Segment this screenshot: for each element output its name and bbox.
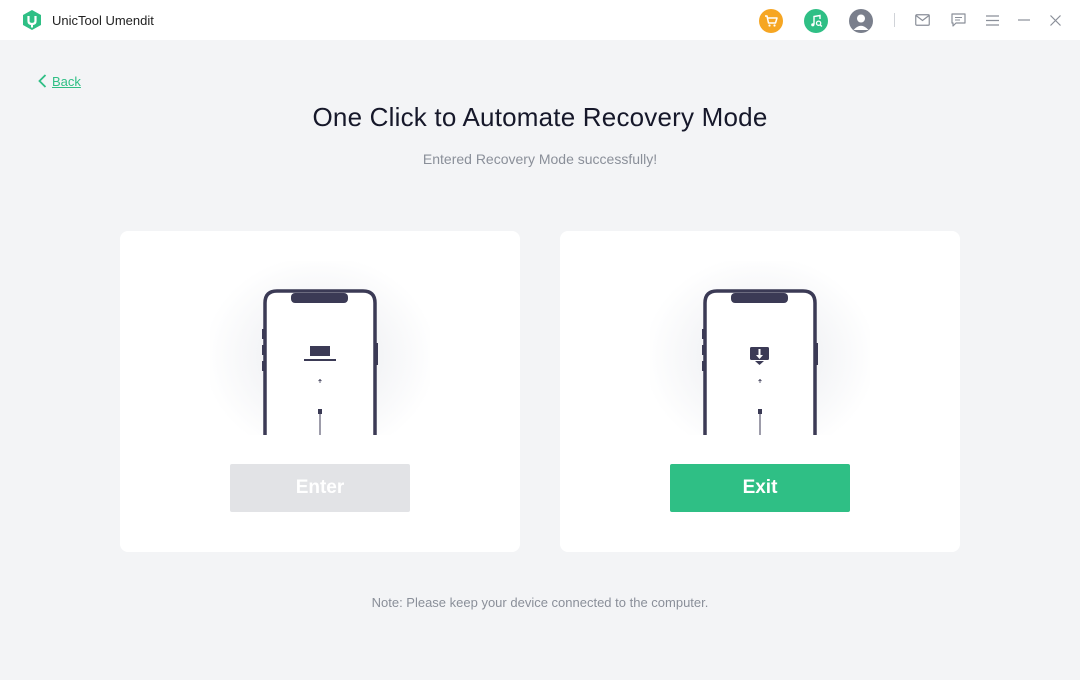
minimize-button[interactable] — [1016, 12, 1032, 28]
cart-icon — [765, 15, 778, 27]
exit-button[interactable]: Exit — [670, 464, 850, 512]
status-message: Entered Recovery Mode successfully! — [422, 151, 658, 167]
close-icon — [1049, 14, 1061, 26]
phone-illustration — [210, 261, 430, 435]
enter-recovery-card: Enter — [120, 231, 520, 552]
back-label: Back — [52, 73, 81, 89]
user-icon — [853, 14, 869, 30]
exit-recovery-card: Exit — [560, 231, 960, 552]
chevron-left-icon — [38, 74, 47, 88]
music-button[interactable] — [804, 9, 828, 33]
title-bar: UnicTool Umendit — [0, 0, 1080, 40]
menu-button[interactable] — [984, 12, 1000, 28]
minimize-icon — [1018, 19, 1030, 21]
phone-laptop-illustration — [262, 289, 378, 435]
chat-icon — [950, 13, 966, 27]
enter-button[interactable]: Enter — [230, 464, 410, 512]
connection-note: Note: Please keep your device connected … — [371, 595, 709, 610]
music-icon — [811, 14, 823, 27]
cart-button[interactable] — [759, 9, 783, 33]
mail-icon — [914, 14, 930, 26]
user-avatar[interactable] — [849, 9, 873, 33]
back-link[interactable]: Back — [38, 72, 81, 90]
app-logo — [23, 10, 41, 30]
page-title: One Click to Automate Recovery Mode — [312, 102, 768, 132]
close-button[interactable] — [1047, 12, 1063, 28]
phone-illustration — [650, 261, 870, 435]
menu-icon — [985, 14, 999, 26]
titlebar-divider — [894, 13, 895, 27]
mail-button[interactable] — [914, 12, 930, 28]
app-title: UnicTool Umendit — [52, 13, 154, 28]
feedback-button[interactable] — [950, 12, 966, 28]
phone-download-illustration — [702, 289, 818, 435]
